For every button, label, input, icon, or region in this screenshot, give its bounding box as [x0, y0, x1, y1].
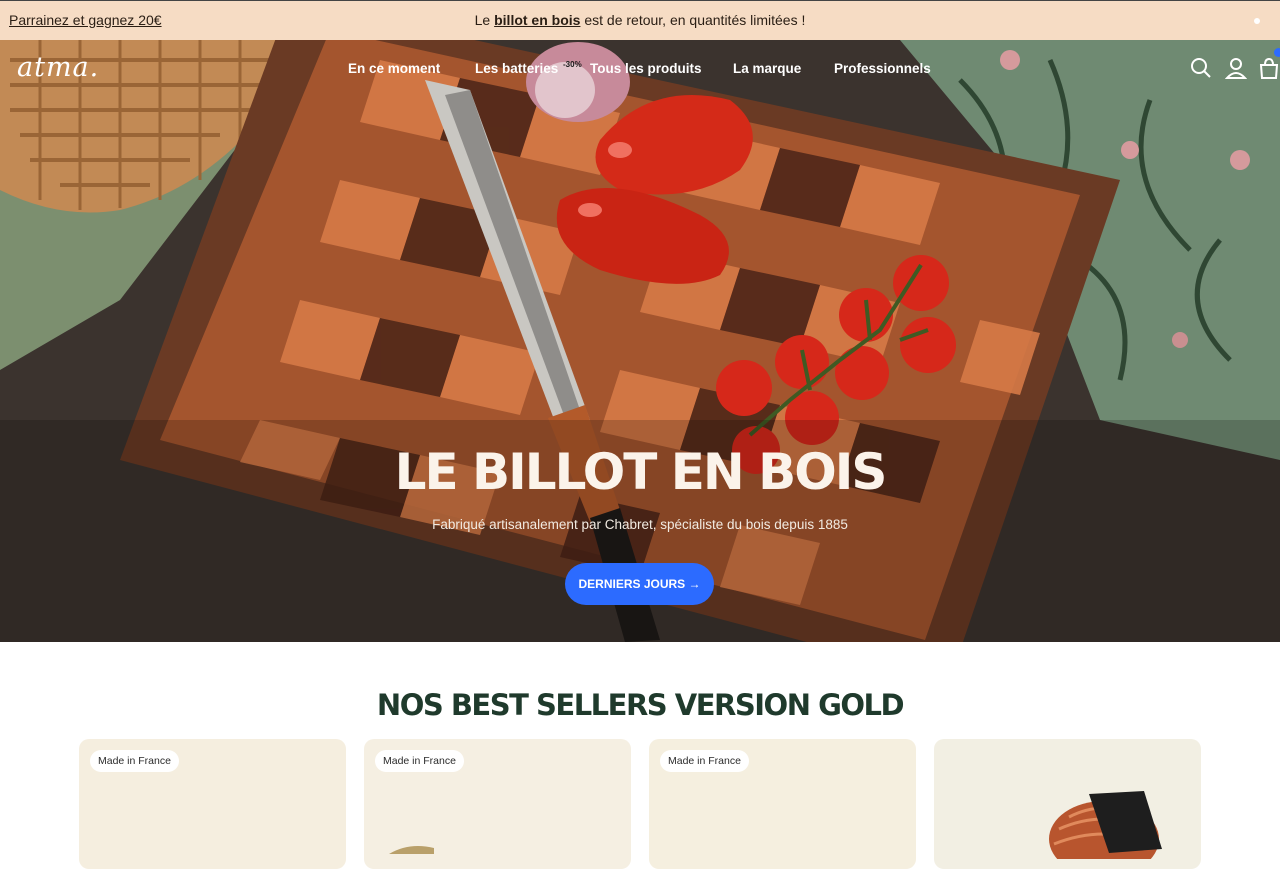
nav-item-les-batteries[interactable]: Les batteries — [475, 61, 558, 76]
product-card[interactable]: Made in France — [364, 739, 631, 869]
announcement-indicator — [1254, 18, 1260, 24]
nav-item-la-marque[interactable]: La marque — [733, 61, 801, 76]
announcement-product-link[interactable]: billot en bois — [494, 12, 580, 28]
cart-count-indicator — [1274, 48, 1280, 57]
hero-title: LE BILLOT EN BOIS — [394, 443, 888, 501]
hero-cta-button[interactable]: DERNIERS JOURS → — [565, 563, 714, 605]
nav-item-en-ce-moment[interactable]: En ce moment — [348, 61, 440, 76]
announcement-prefix: Le — [474, 12, 495, 28]
hero-image — [0, 40, 1280, 642]
product-card[interactable]: Made in France — [79, 739, 346, 869]
made-in-france-badge: Made in France — [90, 750, 179, 772]
brand-logo[interactable]: atma. — [17, 52, 99, 83]
best-sellers-title: NOS BEST SELLERS VERSION GOLD — [376, 688, 905, 722]
product-image — [1049, 791, 1162, 859]
announcement-suffix: est de retour, en quantités limitées ! — [580, 12, 806, 28]
cart-icon[interactable] — [1258, 57, 1280, 79]
account-icon[interactable] — [1224, 57, 1248, 79]
made-in-france-badge: Made in France — [375, 750, 464, 772]
product-card[interactable]: Made in France — [649, 739, 916, 869]
discount-badge: -30% — [563, 60, 582, 69]
nav-item-tous-les-produits[interactable]: Tous les produits — [590, 61, 702, 76]
product-card[interactable] — [934, 739, 1201, 869]
search-icon[interactable] — [1190, 57, 1212, 79]
hero-banner — [0, 40, 1280, 642]
announcement-message: Le billot en bois est de retour, en quan… — [0, 12, 1280, 28]
nav-item-professionnels[interactable]: Professionnels — [834, 61, 931, 76]
hero-subtitle: Fabriqué artisanalement par Chabret, spé… — [432, 517, 848, 532]
announcement-bar: Parrainez et gagnez 20€ Le billot en boi… — [0, 0, 1280, 40]
product-image — [389, 846, 434, 854]
made-in-france-badge: Made in France — [660, 750, 749, 772]
